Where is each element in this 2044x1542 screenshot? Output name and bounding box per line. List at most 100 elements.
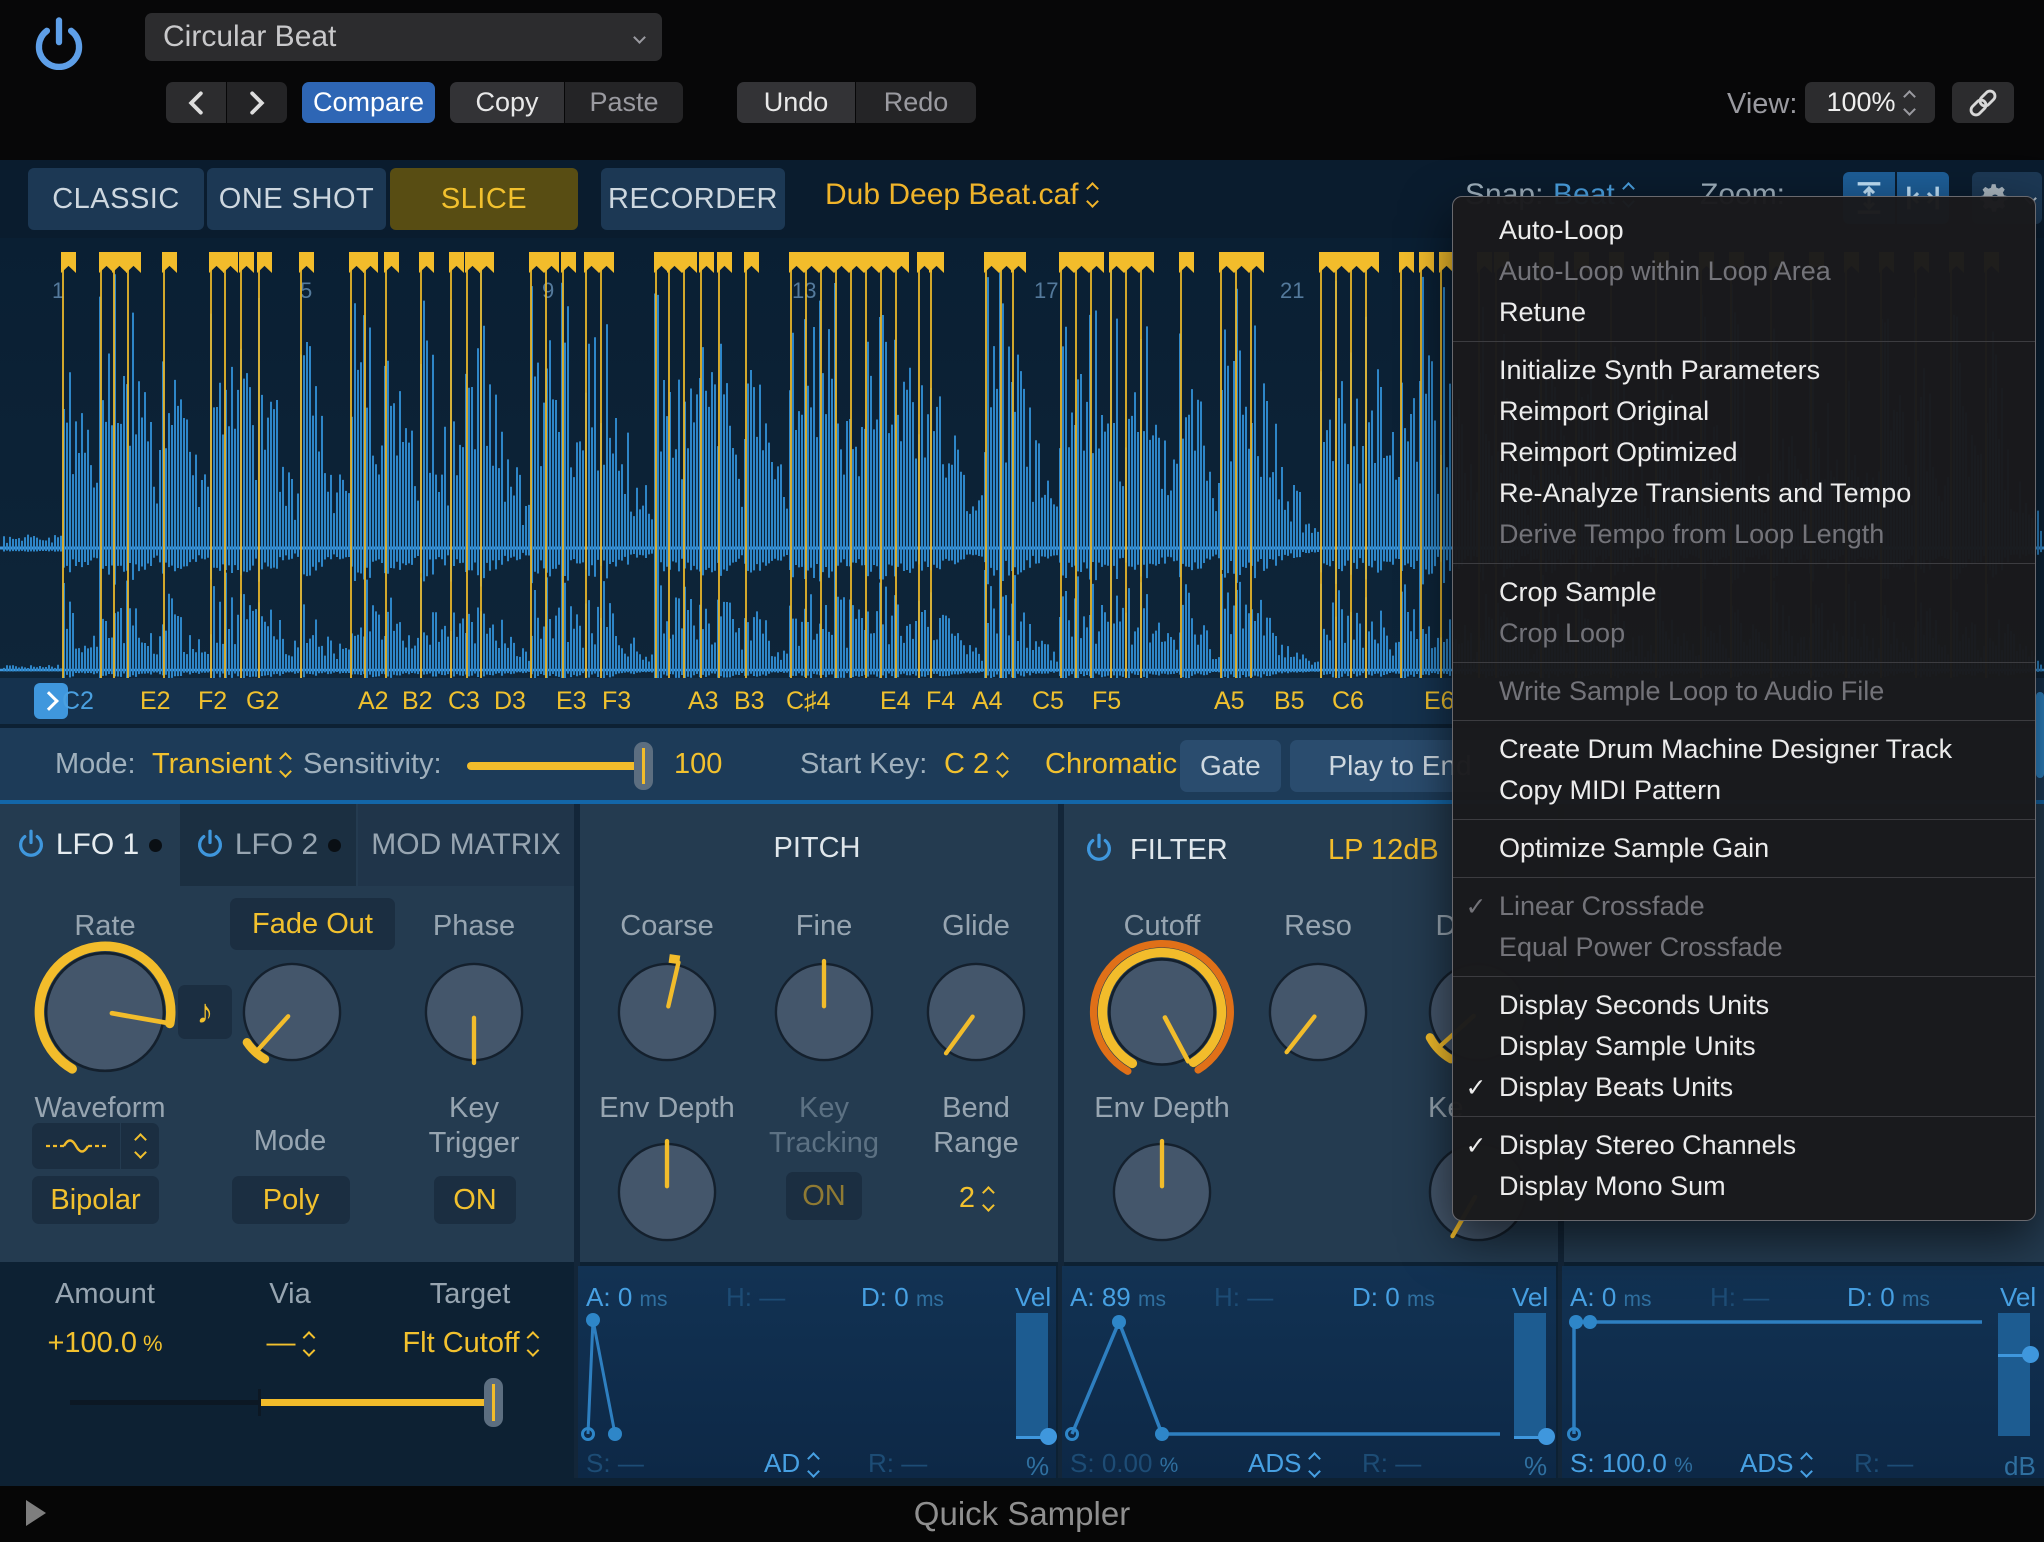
slice-marker-line[interactable] [364, 256, 366, 678]
slice-marker-line[interactable] [224, 256, 226, 678]
slice-marker-line[interactable] [466, 256, 468, 678]
slice-marker-line[interactable] [1140, 256, 1142, 678]
amp-env-decay[interactable]: D: 0 ms [1847, 1282, 1930, 1313]
pitch-env-depth-knob[interactable] [592, 1117, 742, 1267]
tab-lfo1[interactable]: LFO 1 [0, 804, 178, 886]
slice-marker-line[interactable] [450, 256, 452, 678]
filter-env-sustain[interactable]: S: 0.00 % [1070, 1448, 1178, 1479]
slice-marker-line[interactable] [1440, 256, 1442, 678]
phase-knob[interactable] [399, 937, 549, 1087]
slice-marker-line[interactable] [1220, 256, 1222, 678]
slice-marker-line[interactable] [1110, 256, 1112, 678]
key-tracking-button[interactable]: ON [786, 1172, 862, 1220]
slice-marker-line[interactable] [300, 256, 302, 678]
tab-slice[interactable]: SLICE [390, 168, 578, 230]
slice-marker-line[interactable] [835, 256, 837, 678]
tab-one-shot[interactable]: ONE SHOT [207, 168, 386, 230]
pitch-env-release[interactable]: R: — [868, 1448, 927, 1479]
bend-range-selector[interactable]: 2 [959, 1182, 993, 1215]
slice-marker-line[interactable] [420, 256, 422, 678]
menu-item[interactable]: Re-Analyze Transients and Tempo [1453, 473, 2035, 514]
pitch-env-decay[interactable]: D: 0 ms [861, 1282, 944, 1313]
filter-env-vel-handle[interactable] [1538, 1428, 1555, 1445]
slice-marker-line[interactable] [163, 256, 165, 678]
slice-marker-line[interactable] [530, 256, 532, 678]
sample-file-selector[interactable]: Dub Deep Beat.caf [825, 178, 1097, 212]
slice-marker-line[interactable] [1090, 256, 1092, 678]
slice-marker-line[interactable] [1000, 256, 1002, 678]
menu-item[interactable]: Derive Tempo from Loop Length [1453, 514, 2035, 555]
slice-key-label[interactable]: E3 [556, 687, 587, 716]
slice-marker-line[interactable] [1420, 256, 1422, 678]
menu-item[interactable]: Copy MIDI Pattern [1453, 770, 2035, 811]
slice-marker-line[interactable] [1012, 256, 1014, 678]
lfo1-power-icon[interactable] [16, 828, 46, 862]
pitch-env-attack[interactable]: A: 0 ms [586, 1282, 668, 1313]
menu-item[interactable]: Retune [1453, 292, 2035, 333]
menu-item[interactable]: Display Seconds Units [1453, 985, 2035, 1026]
slice-marker-line[interactable] [850, 256, 852, 678]
slice-key-label[interactable]: E4 [880, 687, 911, 716]
menu-item[interactable]: ✓Display Beats Units [1453, 1067, 2035, 1108]
reso-knob[interactable] [1243, 937, 1393, 1087]
glide-knob[interactable] [901, 937, 1051, 1087]
gate-button[interactable]: Gate [1180, 740, 1281, 792]
slice-marker-line[interactable] [865, 256, 867, 678]
sensitivity-slider-handle[interactable] [634, 742, 653, 790]
slice-marker-line[interactable] [745, 256, 747, 678]
slice-marker-line[interactable] [385, 256, 387, 678]
filter-type-selector[interactable]: LP 12dB [1328, 834, 1439, 867]
slice-marker-line[interactable] [1320, 256, 1322, 678]
slice-marker-line[interactable] [480, 256, 482, 678]
menu-item[interactable]: ✓Linear Crossfade [1453, 886, 2035, 927]
menu-item[interactable]: Initialize Synth Parameters [1453, 350, 2035, 391]
slice-key-label[interactable]: F3 [602, 687, 631, 716]
pitch-env-graph[interactable] [578, 1310, 1056, 1442]
start-key-selector[interactable]: C 2 [944, 748, 1007, 781]
slice-key-label[interactable]: C♯4 [786, 687, 830, 716]
sensitivity-slider[interactable] [467, 762, 652, 770]
slice-key-label[interactable]: F2 [198, 687, 227, 716]
amount-slider-track-left[interactable] [70, 1400, 260, 1405]
menu-item[interactable]: Display Sample Units [1453, 1026, 2035, 1067]
slice-key-label[interactable]: D3 [494, 687, 526, 716]
rate-knob[interactable] [23, 930, 187, 1094]
slice-key-label[interactable]: E6 [1424, 687, 1455, 716]
slice-marker-line[interactable] [585, 256, 587, 678]
slice-key-label[interactable]: C2 [62, 687, 94, 716]
lfo2-power-icon[interactable] [195, 828, 225, 862]
slice-marker-line[interactable] [655, 256, 657, 678]
slice-marker-line[interactable] [210, 256, 212, 678]
slice-marker-line[interactable] [1180, 256, 1182, 678]
slice-marker-line[interactable] [1075, 256, 1077, 678]
compare-button[interactable]: Compare [302, 82, 435, 123]
cutoff-knob[interactable] [1080, 930, 1244, 1094]
slice-marker-line[interactable] [790, 256, 792, 678]
play-button[interactable] [26, 1500, 46, 1526]
slice-marker-line[interactable] [1365, 256, 1367, 678]
slice-marker-line[interactable] [258, 256, 260, 678]
amp-env-release[interactable]: R: — [1854, 1448, 1913, 1479]
pitch-env-vel-handle[interactable] [1040, 1428, 1057, 1445]
view-zoom-stepper[interactable]: 100% [1805, 82, 1935, 123]
amount-slider-value[interactable] [261, 1399, 493, 1406]
slice-marker-line[interactable] [700, 256, 702, 678]
slice-key-label[interactable]: A5 [1214, 687, 1245, 716]
slice-key-label[interactable]: C3 [448, 687, 480, 716]
filter-env-release[interactable]: R: — [1362, 1448, 1421, 1479]
slice-marker-line[interactable] [880, 256, 882, 678]
slice-marker-line[interactable] [668, 256, 670, 678]
slice-key-label[interactable]: G2 [246, 687, 279, 716]
menu-item[interactable]: Create Drum Machine Designer Track [1453, 729, 2035, 770]
key-trigger-button[interactable]: ON [434, 1176, 516, 1224]
slice-marker-line[interactable] [985, 256, 987, 678]
slice-marker-line[interactable] [562, 256, 564, 678]
slice-key-label[interactable]: B5 [1274, 687, 1305, 716]
power-icon[interactable] [30, 14, 88, 80]
filter-env-mode-selector[interactable]: ADS [1248, 1448, 1319, 1479]
pitch-env-hold[interactable]: H: — [726, 1282, 785, 1313]
slice-marker-line[interactable] [895, 256, 897, 678]
menu-item[interactable]: Equal Power Crossfade [1453, 927, 2035, 968]
amp-env-vel-handle[interactable] [2022, 1346, 2039, 1363]
undo-button[interactable]: Undo [737, 82, 855, 123]
